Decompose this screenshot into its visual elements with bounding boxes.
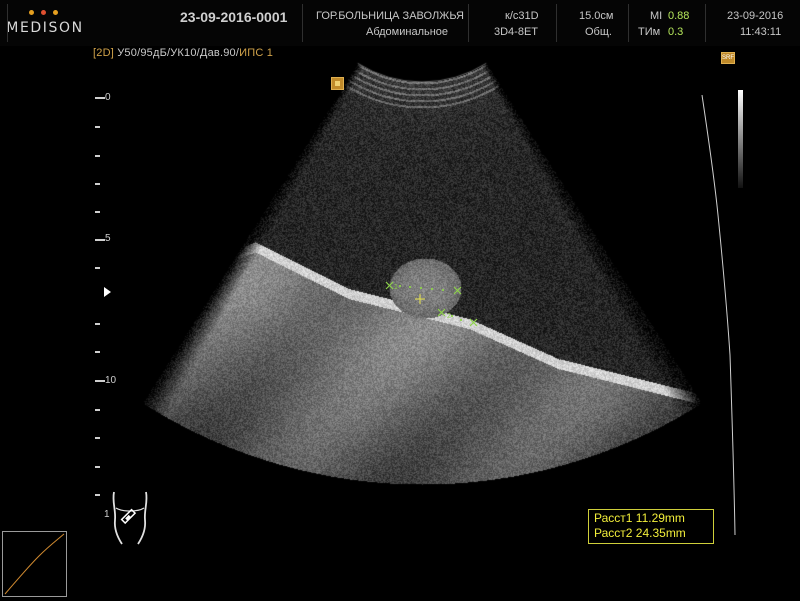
svg-text:2: 2 <box>447 313 451 320</box>
body-mark-icon[interactable] <box>106 490 154 546</box>
svg-text:1: 1 <box>394 284 398 291</box>
distance-2: Расст2 24.35mm <box>594 526 686 540</box>
measurement-results: Расст1 11.29mm Расст2 24.35mm <box>588 509 714 544</box>
body-mark-number: 1 <box>104 509 110 520</box>
distance-1: Расст1 11.29mm <box>594 511 685 525</box>
gamma-curve-box <box>2 531 67 597</box>
gamma-curve <box>4 533 65 595</box>
